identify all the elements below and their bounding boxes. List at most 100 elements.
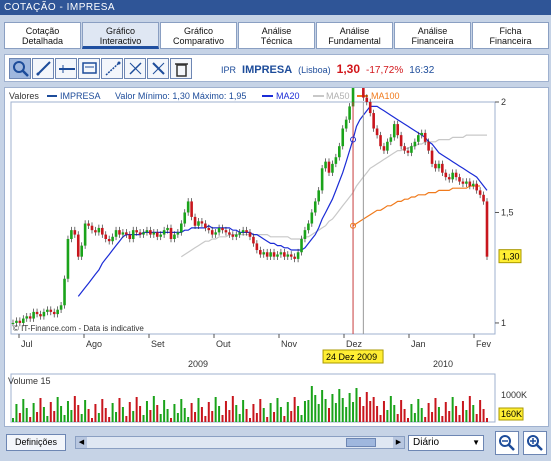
volume-bar [259,399,262,422]
time-scrollbar[interactable]: ◀ ▶ [75,436,405,449]
volume-bar [482,409,485,422]
scroll-thumb[interactable] [346,438,376,447]
quote-time: 16:32 [409,65,435,76]
candle-body [162,230,166,235]
candle-body [104,234,108,239]
candle-body [87,223,90,226]
tab-2[interactable]: Gráfico Comparativo [160,22,237,49]
volume-bar [400,400,403,422]
scroll-left-icon[interactable]: ◀ [76,437,87,448]
tab-5[interactable]: Análise Financeira [394,22,471,49]
definitions-button[interactable]: Definições [6,434,66,451]
volume-bar [156,405,159,422]
candle-body [386,141,389,151]
volume-bar [104,408,107,422]
candle-body [341,128,345,147]
window-title: COTAÇÃO - IMPRESA [4,2,116,13]
price-chart[interactable]: Valores IMPRESA Valor Mínimo: 1,30 Máximo:… [5,88,550,428]
volume-bar [245,409,248,422]
zoom-button[interactable] [9,58,31,79]
candle-body [25,316,29,319]
trash-button[interactable] [170,58,192,79]
cross-tool-icon [151,62,165,75]
candle-body [461,181,465,184]
candle-body [300,238,303,253]
volume-bar [12,418,14,422]
volume-bar [139,406,142,422]
volume-bar [273,412,276,422]
candle-body [166,227,169,231]
volume-bar [441,416,444,422]
cross-tool-button[interactable] [147,58,169,79]
volume-bar [434,398,437,422]
tab-6[interactable]: Ficha Financeira [472,22,549,49]
tab-1[interactable]: Gráfico Interactivo [82,22,159,49]
chart-panel[interactable]: Valores IMPRESA Valor Mínimo: 1,30 Máximo:… [4,87,549,427]
volume-bar [376,406,379,422]
ma100-line [352,185,481,227]
trend-tool-icon [104,61,120,76]
volume-bar [111,403,114,422]
volume-bar [293,397,296,422]
candle-body [410,146,413,153]
volume-bar [36,412,39,422]
zoom-in-button[interactable] [523,431,547,455]
candle-body [111,236,114,242]
volume-bar [159,414,162,422]
x-tick-label: Nov [281,339,298,349]
candle-body [46,309,49,312]
candle-body [59,305,63,310]
hline-draw-button[interactable] [55,58,77,79]
volume-bar [73,396,76,422]
tab-0[interactable]: Cotação Detalhada [4,22,81,49]
volume-bar [252,404,255,422]
text-box-button[interactable] [78,58,100,79]
volume-bar [238,414,241,422]
volume-bar [118,398,121,422]
zoom-out-button[interactable] [495,431,519,455]
chart-toolbar: IPR IMPRESA (Lisboa) 1,30 -17,72% 16:32 [4,54,549,82]
volume-bar [173,404,176,422]
candle-body [434,163,437,169]
trend-tool-button[interactable] [101,58,123,79]
line-draw-button[interactable] [32,58,54,79]
x-tick-label: Dez [346,339,363,349]
tab-4[interactable]: Análise Fundamental [316,22,393,49]
volume-bar [331,394,334,422]
fib-tool-button[interactable] [124,58,146,79]
candle-body [423,132,427,142]
volume-bar [314,395,317,422]
candle-body [128,234,132,239]
scroll-right-icon[interactable]: ▶ [393,437,404,448]
candle-body [482,194,485,202]
candle-body [392,124,396,138]
tab-label-line2: Financeira [489,36,532,46]
tab-3[interactable]: Análise Técnica [238,22,315,49]
trash-icon [174,63,188,77]
candle-body [70,230,73,239]
candle-body [173,234,176,239]
volume-bar [235,405,238,422]
candle-body [224,230,228,233]
candle-body [73,230,77,235]
volume-bar [479,400,482,422]
candle-body [430,150,434,164]
volume-bar [255,413,258,422]
candle-body [176,232,180,235]
line-draw-icon [35,61,51,76]
candle-body [465,181,468,184]
candle-body [279,252,283,255]
period-select[interactable]: Diário ▼ [408,435,484,451]
candle-body [427,141,430,151]
bottom-controls: Definições ◀ ▶ Diário ▼ [4,430,549,457]
x-tick-label: Set [151,339,165,349]
hline-draw-icon [58,65,75,73]
candle-body [451,172,454,180]
candle-body [468,181,472,186]
candle-body [396,124,399,136]
zoom-in-icon [527,435,543,451]
volume-bar [66,401,69,422]
volume-bar [334,403,337,422]
price-plot-frame [10,101,496,335]
candle-body [101,227,104,235]
